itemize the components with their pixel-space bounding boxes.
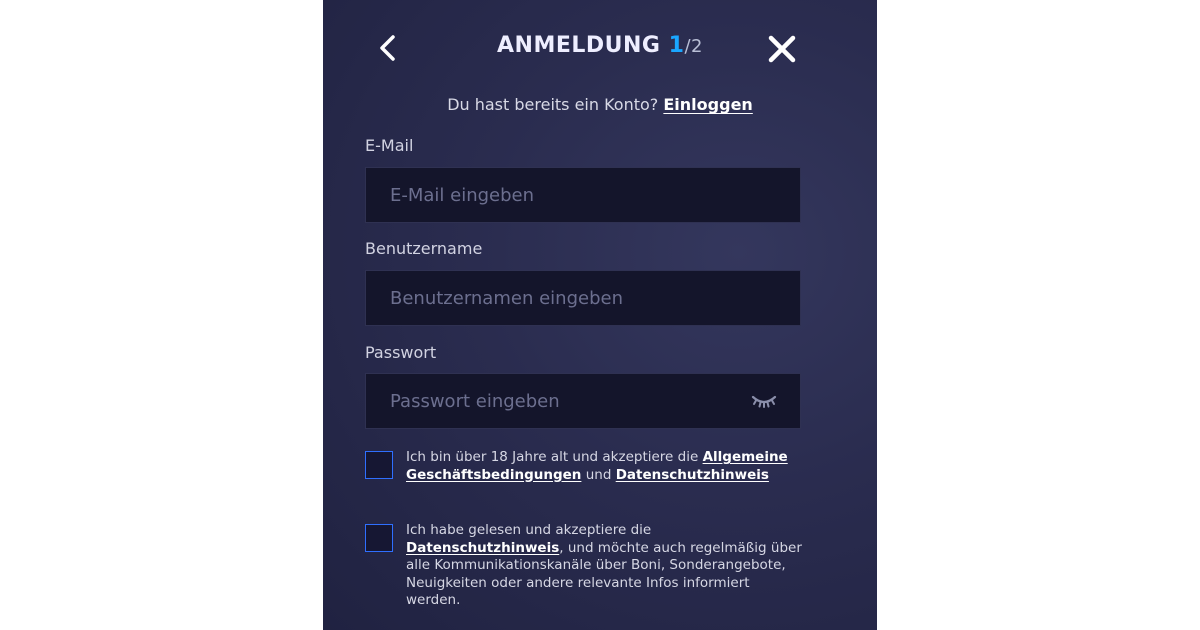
registration-panel: ANMELDUNG 1/2 Du hast bereits ein Konto?…: [323, 0, 877, 630]
password-field[interactable]: [366, 374, 800, 428]
terms-text-middle: und: [585, 466, 612, 483]
password-label: Passwort: [365, 343, 437, 362]
privacy-link-1[interactable]: Datenschutzhinweis: [616, 467, 769, 483]
step-total: 2: [691, 36, 703, 57]
close-button[interactable]: [765, 32, 799, 66]
privacy-link-2[interactable]: Datenschutzhinweis: [406, 540, 559, 556]
close-icon: [768, 35, 796, 63]
header: ANMELDUNG 1/2: [323, 28, 877, 68]
username-field-wrapper: [365, 270, 801, 326]
title-text: ANMELDUNG: [497, 33, 661, 58]
login-link[interactable]: Einloggen: [663, 95, 752, 114]
login-prompt-text: Du hast bereits ein Konto?: [447, 95, 659, 114]
email-label: E-Mail: [365, 136, 414, 155]
username-label: Benutzername: [365, 239, 483, 258]
eye-closed-icon: [751, 395, 777, 408]
terms-text-before: Ich bin über 18 Jahre alt und akzeptiere…: [406, 449, 699, 465]
marketing-checkbox[interactable]: [365, 524, 393, 552]
username-field[interactable]: [366, 271, 800, 325]
step-current: 1: [668, 33, 685, 58]
marketing-consent-text: Ich habe gelesen und akzeptiere die Date…: [406, 522, 806, 610]
password-visibility-toggle[interactable]: [750, 393, 778, 411]
login-prompt: Du hast bereits ein Konto? Einloggen: [323, 95, 877, 114]
terms-checkbox[interactable]: [365, 451, 393, 479]
email-field-wrapper: [365, 167, 801, 223]
email-field[interactable]: [366, 168, 800, 222]
password-field-wrapper: [365, 373, 801, 429]
marketing-text-before: Ich habe gelesen und akzeptiere die: [406, 522, 652, 538]
terms-consent-text: Ich bin über 18 Jahre alt und akzeptiere…: [406, 449, 806, 484]
